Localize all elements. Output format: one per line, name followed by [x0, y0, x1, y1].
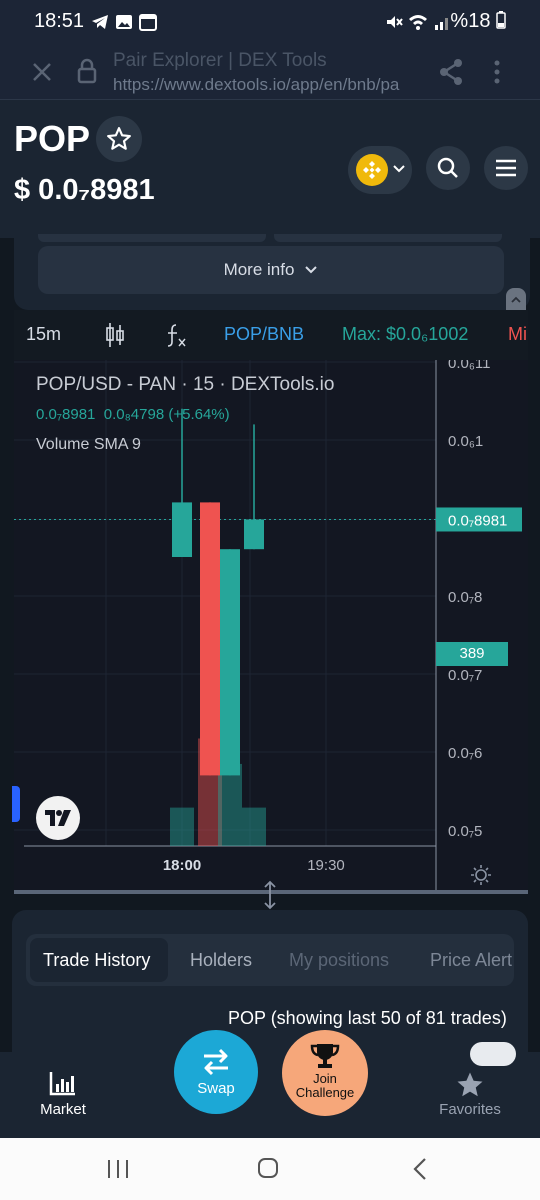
max-price-label: Max: $0.0₆1002 — [342, 324, 469, 344]
time-tick-label: 19:30 — [307, 857, 345, 874]
price-tick-label: 0.0₇8981 — [448, 512, 507, 529]
volume-bar — [170, 807, 194, 846]
chart-legend-values: 0.0₇8981 0.0₈4798 (+5.64%) — [36, 406, 230, 423]
wifi-icon — [409, 15, 427, 30]
main-content: More info 15m POP/BNB Max: $0.0₆1002 Mi … — [0, 234, 540, 1070]
star-icon — [107, 127, 131, 150]
chart-toolbar: 15m POP/BNB Max: $0.0₆1002 Mi — [14, 310, 528, 360]
info-cell-bottom — [274, 234, 502, 242]
nav-favorites-label: Favorites — [439, 1101, 501, 1118]
bnb-icon — [356, 154, 388, 186]
trade-tabs: Trade History Holders My positions Price… — [26, 934, 514, 986]
search-button[interactable] — [426, 146, 470, 190]
page-title: Pair Explorer | DEX Tools — [113, 50, 327, 71]
side-panel-toggle[interactable] — [12, 786, 20, 822]
price-tick-label: 0.0₇8 — [448, 589, 482, 606]
toggle-switch[interactable] — [470, 1042, 516, 1066]
more-info-button[interactable]: More info — [38, 246, 504, 294]
tab-price-alert[interactable]: Price Alert — [430, 934, 512, 986]
indicators-icon[interactable] — [164, 322, 188, 348]
interval-selector[interactable]: 15m — [26, 324, 61, 345]
price-chart[interactable]: 0.0₆11 0.0₆1 0.0₇8981 0.0₇8 0.0₇7 0.0₇6 0.0₇5 1… — [14, 360, 528, 890]
telegram-icon — [92, 15, 108, 29]
more-info-label: More info — [223, 260, 295, 279]
gallery-icon — [116, 15, 132, 29]
trades-summary: POP (showing last 50 of 81 trades) — [228, 1008, 507, 1028]
tab-my-positions[interactable]: My positions — [289, 934, 389, 986]
share-icon[interactable] — [438, 58, 464, 86]
market-chart-icon — [49, 1072, 75, 1096]
close-icon[interactable] — [30, 60, 54, 84]
mute-icon — [387, 16, 403, 28]
legend-price: 0.0₇8981 — [36, 406, 96, 423]
candle-body — [244, 519, 264, 550]
challenge-label-line1: Join — [313, 1071, 337, 1086]
price-tick-label: 0.0₆11 — [448, 360, 490, 372]
price-tick-label: 0.0₇6 — [448, 745, 482, 762]
chevron-down-icon — [305, 266, 318, 274]
system-navigation-bar — [0, 1138, 540, 1200]
challenge-label: Join Challenge — [282, 1072, 368, 1100]
tab-holders[interactable]: Holders — [190, 934, 252, 986]
chevron-down-icon — [393, 165, 405, 173]
lock-icon — [77, 58, 97, 84]
calendar-icon — [139, 14, 157, 31]
token-price: $ 0.0₇8981 — [14, 174, 155, 206]
swap-arrows-icon — [204, 1048, 228, 1076]
resize-handle-icon[interactable] — [262, 880, 278, 910]
hamburger-icon — [496, 159, 516, 177]
token-header: POP $ 0.0₇8981 — [0, 100, 540, 238]
join-challenge-button[interactable]: Join Challenge — [282, 1030, 368, 1116]
search-icon — [437, 157, 458, 178]
price-tick-label: 0.0₆1 — [448, 433, 483, 450]
legend-change: 0.0₈4798 (+5.64%) — [103, 406, 230, 423]
status-time: 18:51 — [34, 10, 85, 32]
favorite-star-button[interactable] — [96, 116, 142, 162]
menu-button[interactable] — [484, 146, 528, 190]
swap-label: Swap — [197, 1080, 235, 1097]
browser-url-bar: Pair Explorer | DEX Tools https://www.de… — [0, 44, 540, 100]
tradingview-logo[interactable] — [36, 796, 80, 840]
nav-favorites[interactable]: Favorites — [430, 1066, 510, 1126]
min-price-label: Mi — [508, 324, 527, 344]
volume-indicator-label: Volume SMA 9 — [36, 436, 141, 453]
battery-icon — [496, 11, 506, 29]
bottom-navigation: Market Swap Join Challenge Favorites — [0, 1030, 540, 1138]
battery-level: %18 — [450, 10, 506, 33]
candle-body — [200, 502, 220, 776]
pair-label[interactable]: POP/BNB — [224, 324, 304, 345]
price-tick-label: 0.0₇7 — [448, 667, 482, 684]
nav-market-label: Market — [40, 1101, 86, 1118]
trophy-icon — [310, 1044, 340, 1068]
recent-apps-icon[interactable] — [106, 1158, 130, 1180]
candle-body — [172, 502, 192, 557]
volume-bar — [218, 763, 242, 846]
url-text[interactable]: https://www.dextools.io/app/en/bnb/pa — [113, 75, 399, 95]
info-cell-bottom — [38, 234, 266, 242]
chart-legend-title: POP/USD - PAN · 15 · DEXTools.io — [36, 374, 335, 395]
tab-trade-history[interactable]: Trade History — [43, 934, 150, 986]
more-options-icon[interactable] — [490, 58, 504, 86]
swap-button[interactable]: Swap — [174, 1030, 258, 1114]
time-tick-label: 18:00 — [163, 857, 201, 874]
home-icon[interactable] — [256, 1156, 280, 1180]
star-filled-icon — [457, 1072, 483, 1097]
challenge-label-line2: Challenge — [295, 1085, 355, 1100]
nav-market[interactable]: Market — [30, 1066, 96, 1126]
volume-bar — [242, 807, 266, 846]
tradingview-icon — [45, 810, 71, 826]
volume-price-tag: 389 — [436, 642, 508, 666]
candles-icon[interactable] — [104, 322, 126, 348]
settings-icon[interactable] — [470, 864, 492, 886]
signal-icon — [435, 18, 448, 30]
chain-selector[interactable] — [348, 146, 412, 194]
status-bar: 18:51 %18 — [0, 0, 540, 44]
token-symbol: POP — [14, 118, 91, 159]
trade-panel: Trade History Holders My positions Price… — [12, 910, 528, 1070]
price-tick-label: 0.0₇5 — [448, 823, 482, 840]
back-icon[interactable] — [410, 1156, 430, 1182]
candle-body — [220, 549, 240, 776]
